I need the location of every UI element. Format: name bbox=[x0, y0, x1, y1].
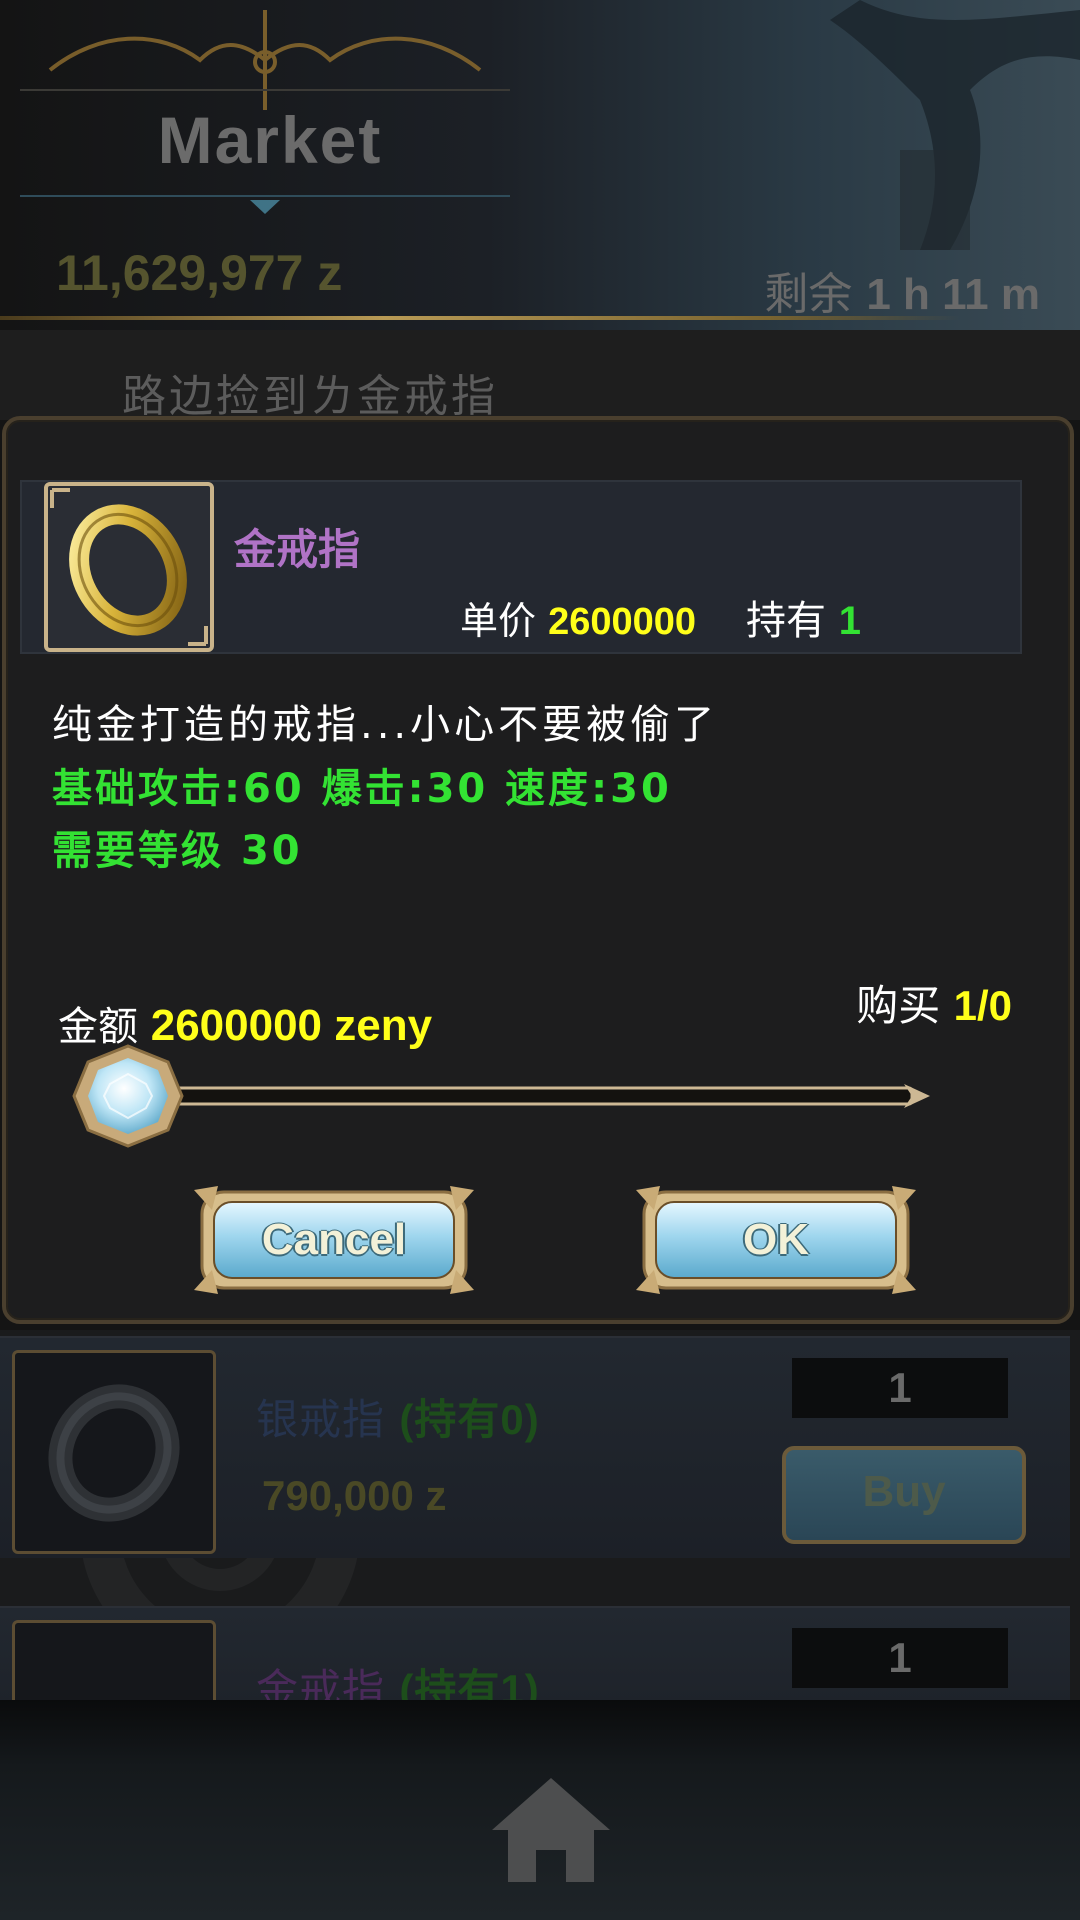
restock-timer: 剩余 1 h 11 m bbox=[764, 258, 1040, 322]
ok-button-label: OK bbox=[743, 1215, 809, 1264]
list-item-price: 790,000 z bbox=[262, 1472, 447, 1519]
money-counter: 11,629,977 z bbox=[56, 245, 343, 301]
item-stats: 基础攻击:60 爆击:30 速度:30 bbox=[52, 766, 672, 812]
unit-price: 单价 2600000 bbox=[460, 599, 697, 643]
quantity-slider-track[interactable] bbox=[134, 1082, 934, 1110]
timer-value: 1 h 11 m bbox=[866, 270, 1040, 319]
quantity-field[interactable]: 1 bbox=[792, 1358, 1008, 1418]
home-icon[interactable] bbox=[486, 1770, 616, 1890]
market-title: Market bbox=[157, 103, 383, 177]
item-header: 金戒指 单价 2600000 持有 1 bbox=[20, 480, 1022, 654]
silver-ring-icon bbox=[12, 1350, 216, 1554]
buy-button[interactable]: Buy bbox=[782, 1446, 1026, 1544]
list-item-name: 银戒指 (持有0) bbox=[256, 1395, 540, 1444]
market-subtitle: 路边捡到ㄌ金戒指 bbox=[122, 371, 498, 422]
item-name: 金戒指 bbox=[234, 525, 361, 574]
buy-count: 购买 1/0 bbox=[856, 981, 1012, 1030]
cancel-button-label: Cancel bbox=[261, 1215, 407, 1264]
slider-handle[interactable] bbox=[72, 1044, 184, 1148]
list-item[interactable]: 银戒指 (持有0) 790,000 z 1 Buy bbox=[0, 1336, 1070, 1558]
purchase-dialog: 金戒指 单价 2600000 持有 1 纯金打造的戒指...小心不要被偷了 基础… bbox=[2, 416, 1074, 1324]
item-description: 纯金打造的戒指...小心不要被偷了 bbox=[52, 702, 719, 748]
ok-button[interactable]: OK bbox=[634, 1182, 918, 1298]
gold-ring-icon bbox=[44, 482, 214, 652]
quantity-field[interactable]: 1 bbox=[792, 1628, 1008, 1688]
level-requirement: 需要等级 30 bbox=[52, 828, 303, 874]
timer-prefix: 剩余 bbox=[764, 269, 853, 320]
owned-count: 持有 1 bbox=[746, 598, 861, 644]
header-divider bbox=[0, 316, 960, 320]
cancel-button[interactable]: Cancel bbox=[192, 1182, 476, 1298]
